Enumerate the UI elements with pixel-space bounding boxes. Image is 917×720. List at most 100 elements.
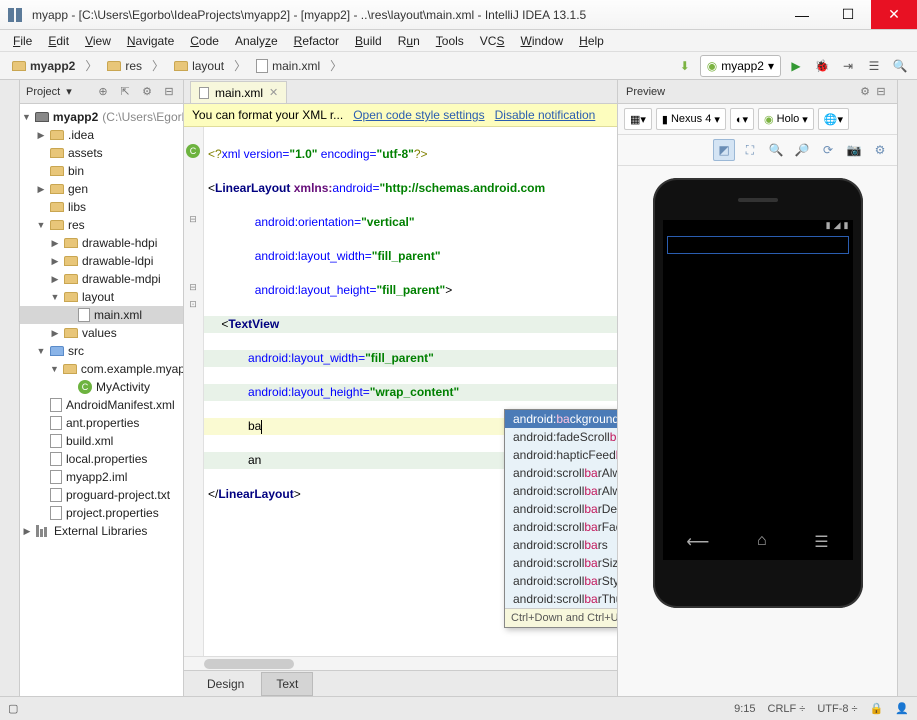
maximize-button[interactable]: ☐ (825, 0, 871, 29)
tree-arrow-icon[interactable]: ▶ (50, 238, 60, 249)
autocomplete-item[interactable]: android:scrollbarAlwaysDrawVerticalTrack (505, 482, 617, 500)
tree-node[interactable]: ant.properties (20, 414, 183, 432)
menu-file[interactable]: File (6, 32, 39, 50)
read-only-lock-icon[interactable]: 🔒 (870, 702, 884, 715)
menu-refactor[interactable]: Refactor (287, 32, 346, 50)
editor-gutter[interactable]: C ⊟ ⊟ ⊡ (184, 127, 204, 656)
close-button[interactable]: ✕ (871, 0, 917, 29)
theme-selector[interactable]: ◉Holo▾ (758, 108, 814, 130)
menu-run[interactable]: Run (391, 32, 427, 50)
right-tool-stripe[interactable] (897, 80, 917, 696)
menu-window[interactable]: Window (513, 32, 570, 50)
menu-navigate[interactable]: Navigate (120, 32, 181, 50)
scroll-from-source-icon[interactable]: ⊕ (95, 84, 111, 100)
minimize-button[interactable]: — (779, 0, 825, 29)
collapse-all-icon[interactable]: ⇱ (117, 84, 133, 100)
run-config-selector[interactable]: ◉myapp2▾ (700, 55, 781, 77)
tree-arrow-icon[interactable]: ▶ (50, 328, 60, 339)
project-view-label[interactable]: Project (26, 86, 60, 98)
zoom-out-icon[interactable]: 🔎 (791, 139, 813, 161)
autocomplete-item[interactable]: android:scrollbarSize (505, 554, 617, 572)
tree-node[interactable]: project.properties (20, 504, 183, 522)
caret-position[interactable]: 9:15 (734, 703, 755, 715)
search-button[interactable]: 🔍 (889, 55, 911, 77)
tree-node[interactable]: proguard-project.txt (20, 486, 183, 504)
tree-node[interactable]: ▶.idea (20, 126, 183, 144)
attach-debugger-button[interactable]: ⇥ (837, 55, 859, 77)
class-gutter-icon[interactable]: C (186, 144, 200, 158)
device-selector[interactable]: ▮Nexus 4▾ (656, 108, 726, 130)
tree-node[interactable]: CMyActivity (20, 378, 183, 396)
scrollbar-thumb[interactable] (204, 659, 294, 669)
open-code-style-link[interactable]: Open code style settings (353, 108, 484, 122)
locale-button[interactable]: 🌐▾ (818, 108, 849, 130)
menu-code[interactable]: Code (183, 32, 226, 50)
tree-node[interactable]: build.xml (20, 432, 183, 450)
hide-icon[interactable]: ⊟ (161, 84, 177, 100)
text-tab[interactable]: Text (261, 672, 313, 696)
fold-end-icon[interactable]: ⊡ (186, 297, 200, 311)
debug-button[interactable]: 🐞 (811, 55, 833, 77)
hide-icon[interactable]: ⊟ (873, 84, 889, 100)
configuration-button[interactable]: ▦▾ (624, 108, 652, 130)
select-tool-icon[interactable]: ◩ (713, 139, 735, 161)
tree-node[interactable]: assets (20, 144, 183, 162)
tree-node[interactable]: libs (20, 198, 183, 216)
external-libraries[interactable]: ▶ External Libraries (20, 522, 183, 540)
make-project-button[interactable]: ⬇ (674, 55, 696, 77)
autocomplete-item[interactable]: android:background (505, 410, 617, 428)
menu-view[interactable]: View (78, 32, 118, 50)
preview-canvas[interactable]: ▮◢▮ ⟵ ⌂ ☰ (618, 166, 897, 696)
left-tool-stripe[interactable] (0, 80, 20, 696)
settings-button[interactable]: ☰ (863, 55, 885, 77)
expand-arrow-icon[interactable]: ▶ (22, 526, 32, 537)
tree-node[interactable]: ▶gen (20, 180, 183, 198)
tree-node[interactable]: ▼res (20, 216, 183, 234)
tree-node[interactable]: ▼layout (20, 288, 183, 306)
breadcrumb-item[interactable]: layout (168, 57, 230, 75)
tree-node[interactable]: AndroidManifest.xml (20, 396, 183, 414)
menu-edit[interactable]: Edit (41, 32, 76, 50)
tree-arrow-icon[interactable]: ▶ (36, 130, 46, 141)
menu-tools[interactable]: Tools (429, 32, 471, 50)
menu-vcs[interactable]: VCS (473, 32, 512, 50)
autocomplete-popup[interactable]: android:backgroundandroid:fadeScrollbars… (504, 409, 617, 628)
fold-end-icon[interactable]: ⊟ (186, 280, 200, 294)
tree-arrow-icon[interactable]: ▶ (50, 274, 60, 285)
tree-node[interactable]: ▶drawable-hdpi (20, 234, 183, 252)
code-editor[interactable]: C ⊟ ⊟ ⊡ <?xml version="1.0" encoding="ut… (184, 127, 617, 656)
tree-arrow-icon[interactable]: ▼ (36, 220, 46, 230)
line-separator[interactable]: CRLF ÷ (768, 703, 806, 715)
fold-start-icon[interactable]: ⊟ (186, 212, 200, 226)
run-button[interactable]: ▶ (785, 55, 807, 77)
tree-arrow-icon[interactable]: ▶ (36, 184, 46, 195)
disable-notification-link[interactable]: Disable notification (495, 108, 596, 122)
breadcrumb-item[interactable]: main.xml (250, 57, 326, 75)
menu-analyze[interactable]: Analyze (228, 32, 285, 50)
close-tab-icon[interactable]: ✕ (269, 86, 278, 99)
tree-node[interactable]: myapp2.iml (20, 468, 183, 486)
tool-window-quick-access-icon[interactable]: ▢ (8, 702, 18, 715)
tree-node[interactable]: ▼com.example.myapp (20, 360, 183, 378)
orientation-button[interactable]: ◐▾ (730, 108, 754, 130)
tree-node[interactable]: local.properties (20, 450, 183, 468)
menu-build[interactable]: Build (348, 32, 389, 50)
gear-icon[interactable]: ⚙ (139, 84, 155, 100)
project-tree[interactable]: ▼ myapp2 (C:\Users\Egorbo\Id ▶.ideaasset… (20, 104, 183, 696)
screenshot-icon[interactable]: 📷 (843, 139, 865, 161)
menu-help[interactable]: Help (572, 32, 611, 50)
inspections-icon[interactable]: 👤 (895, 702, 909, 715)
tree-arrow-icon[interactable]: ▼ (50, 364, 59, 374)
breadcrumb-item[interactable]: res (101, 57, 148, 75)
zoom-in-icon[interactable]: 🔍 (765, 139, 787, 161)
autocomplete-item[interactable]: android:scrollbars (505, 536, 617, 554)
tree-node[interactable]: bin (20, 162, 183, 180)
editor-tab-main-xml[interactable]: main.xml ✕ (190, 81, 287, 103)
breadcrumb-item[interactable]: myapp2 (6, 57, 81, 75)
file-encoding[interactable]: UTF-8 ÷ (817, 703, 857, 715)
refresh-icon[interactable]: ⟳ (817, 139, 839, 161)
autocomplete-item[interactable]: android:scrollbarAlwaysDrawHorizontalTra… (505, 464, 617, 482)
tree-node[interactable]: ▶drawable-ldpi (20, 252, 183, 270)
autocomplete-item[interactable]: android:scrollbarStyle (505, 572, 617, 590)
design-tab[interactable]: Design (192, 672, 259, 696)
